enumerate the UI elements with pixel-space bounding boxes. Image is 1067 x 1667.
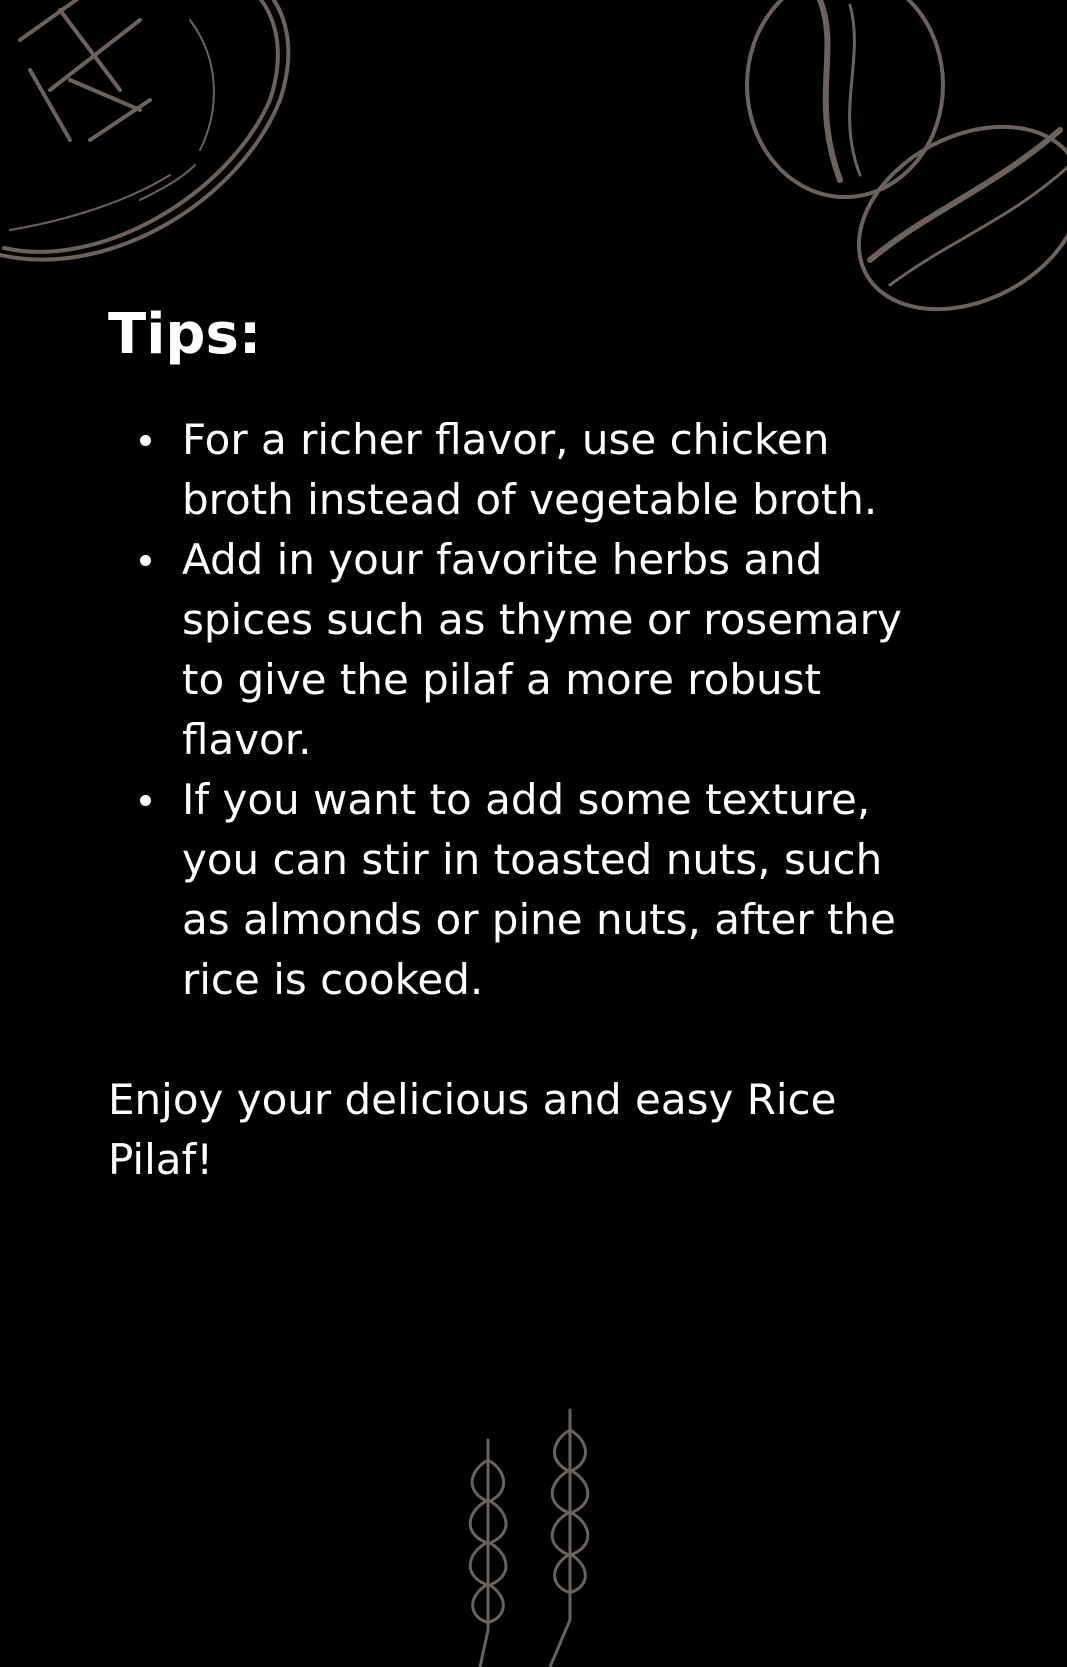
list-item: If you want to add some texture, you can… [108,770,922,1010]
tip-text: For a richer flavor, use chicken broth i… [182,415,878,524]
tip-text: If you want to add some texture, you can… [182,775,896,1004]
tip-text: Add in your favorite herbs and spices su… [182,535,902,764]
tips-list: For a richer flavor, use chicken broth i… [108,410,988,1010]
list-item: Add in your favorite herbs and spices su… [108,530,922,770]
tips-title: Tips: [108,302,262,367]
wheat-icon [440,1400,620,1667]
bullet-icon [140,795,151,806]
closing-text: Enjoy your delicious and easy Rice Pilaf… [108,1075,837,1184]
bullet-icon [140,435,151,446]
tips-section: Tips: For a richer flavor, use chicken b… [108,300,988,1232]
coffee-beans-icon [740,0,1067,340]
bread-loaf-icon [0,0,300,290]
list-item: For a richer flavor, use chicken broth i… [108,410,922,530]
page: { "colors": { "background": "#000000", "… [0,0,1067,1667]
bullet-icon [140,555,151,566]
